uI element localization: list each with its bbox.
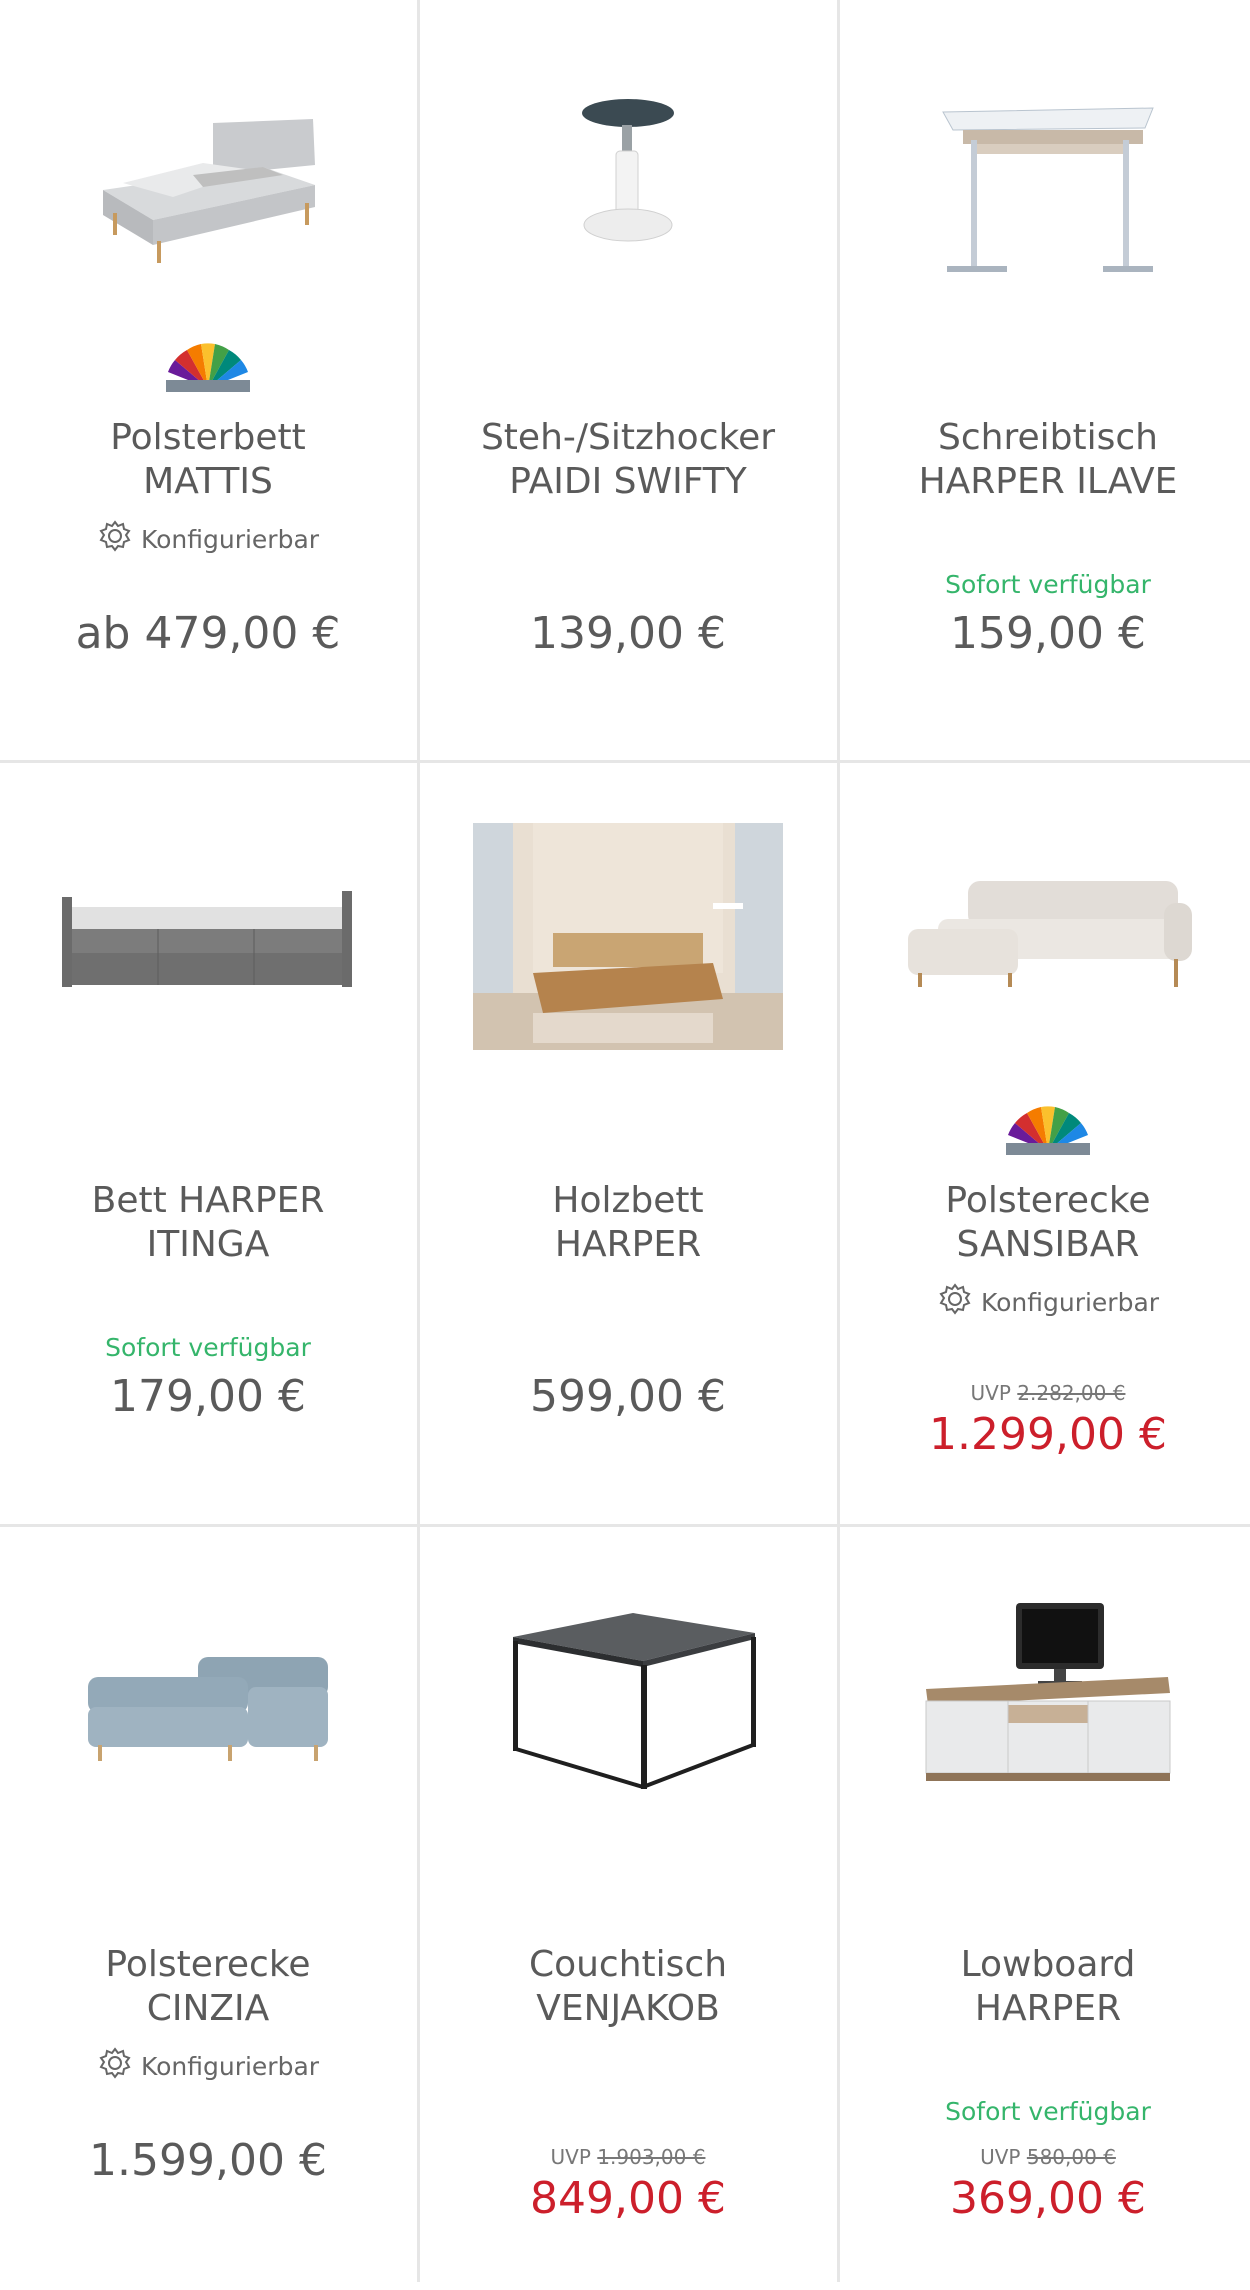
product-title[interactable]: Polsterbett MATTIS (20, 416, 396, 504)
product-grid: Polsterbett MATTIS Konfigurierbar ab 479… (0, 0, 1250, 2282)
availability-label: Sofort verfügbar (945, 2097, 1151, 2126)
product-title[interactable]: Polsterecke CINZIA (20, 1943, 396, 2031)
color-swatch-icon (840, 1101, 1250, 1157)
product-card-polsterecke-sansibar[interactable]: Polsterecke SANSIBAR Konfigurierbar UVP … (840, 763, 1250, 1526)
product-price: 159,00 € (950, 608, 1146, 659)
product-price: 599,00 € (530, 1371, 726, 1422)
product-price: 849,00 € (530, 2173, 726, 2224)
gear-icon (937, 1281, 973, 1323)
gear-icon (97, 518, 133, 560)
desk-image[interactable] (840, 100, 1250, 280)
product-title[interactable]: Bett HARPER ITINGA (20, 1179, 396, 1267)
configurable-badge: Konfigurierbar (0, 518, 416, 560)
coffee-table-image[interactable] (420, 1607, 836, 1797)
stool-image[interactable] (420, 95, 836, 255)
availability-label: Sofort verfügbar (105, 1333, 311, 1362)
product-price: 1.299,00 € (929, 1409, 1167, 1460)
product-card-couchtisch-venjakob[interactable]: Couchtisch VENJAKOB UVP 1.903,00 € 849,0… (420, 1527, 836, 2290)
product-card-lowboard-harper[interactable]: Lowboard HARPER Sofort verfügbar UVP 580… (840, 1527, 1250, 2290)
uvp-price: UVP 1.903,00 € (550, 2145, 706, 2169)
product-title[interactable]: Couchtisch VENJAKOB (440, 1943, 816, 2031)
color-swatch-icon (0, 338, 416, 394)
uvp-price: UVP 2.282,00 € (970, 1381, 1126, 1405)
product-title[interactable]: Schreibtisch HARPER ILAVE (860, 416, 1236, 504)
configurable-badge: Konfigurierbar (0, 2045, 416, 2087)
product-price: 139,00 € (530, 608, 726, 659)
availability-label: Sofort verfügbar (945, 570, 1151, 599)
product-title[interactable]: Holzbett HARPER (440, 1179, 816, 1267)
upholstered-bed-image[interactable] (0, 95, 416, 275)
product-card-schreibtisch-harper-ilave[interactable]: Schreibtisch HARPER ILAVE Sofort verfügb… (840, 0, 1250, 763)
product-price: ab 479,00 € (75, 608, 341, 659)
product-card-holzbett-harper[interactable]: Holzbett HARPER 599,00 € (420, 763, 836, 1526)
product-title[interactable]: Polsterecke SANSIBAR (860, 1179, 1236, 1267)
gear-icon (97, 2045, 133, 2087)
bed-with-drawers-image[interactable] (0, 883, 416, 993)
configurable-badge: Konfigurierbar (840, 1281, 1250, 1323)
product-card-bett-harper-itinga[interactable]: Bett HARPER ITINGA Sofort verfügbar 179,… (0, 763, 416, 1526)
product-price: 369,00 € (950, 2173, 1146, 2224)
product-title[interactable]: Steh-/Sitzhocker PAIDI SWIFTY (440, 416, 816, 504)
uvp-price: UVP 580,00 € (980, 2145, 1116, 2169)
product-title[interactable]: Lowboard HARPER (860, 1943, 1236, 2031)
product-card-paidi-swifty[interactable]: Steh-/Sitzhocker PAIDI SWIFTY 139,00 € (420, 0, 836, 763)
product-price: 1.599,00 € (89, 2135, 327, 2186)
corner-sofa-blue-image[interactable] (0, 1647, 416, 1777)
tv-lowboard-image[interactable] (840, 1597, 1250, 1797)
product-card-polsterecke-cinzia[interactable]: Polsterecke CINZIA Konfigurierbar 1.599,… (0, 1527, 416, 2290)
corner-sofa-beige-image[interactable] (840, 873, 1250, 1003)
wooden-bed-room-image[interactable] (420, 823, 836, 1050)
product-price: 179,00 € (110, 1371, 306, 1422)
product-card-polsterbett-mattis[interactable]: Polsterbett MATTIS Konfigurierbar ab 479… (0, 0, 416, 763)
